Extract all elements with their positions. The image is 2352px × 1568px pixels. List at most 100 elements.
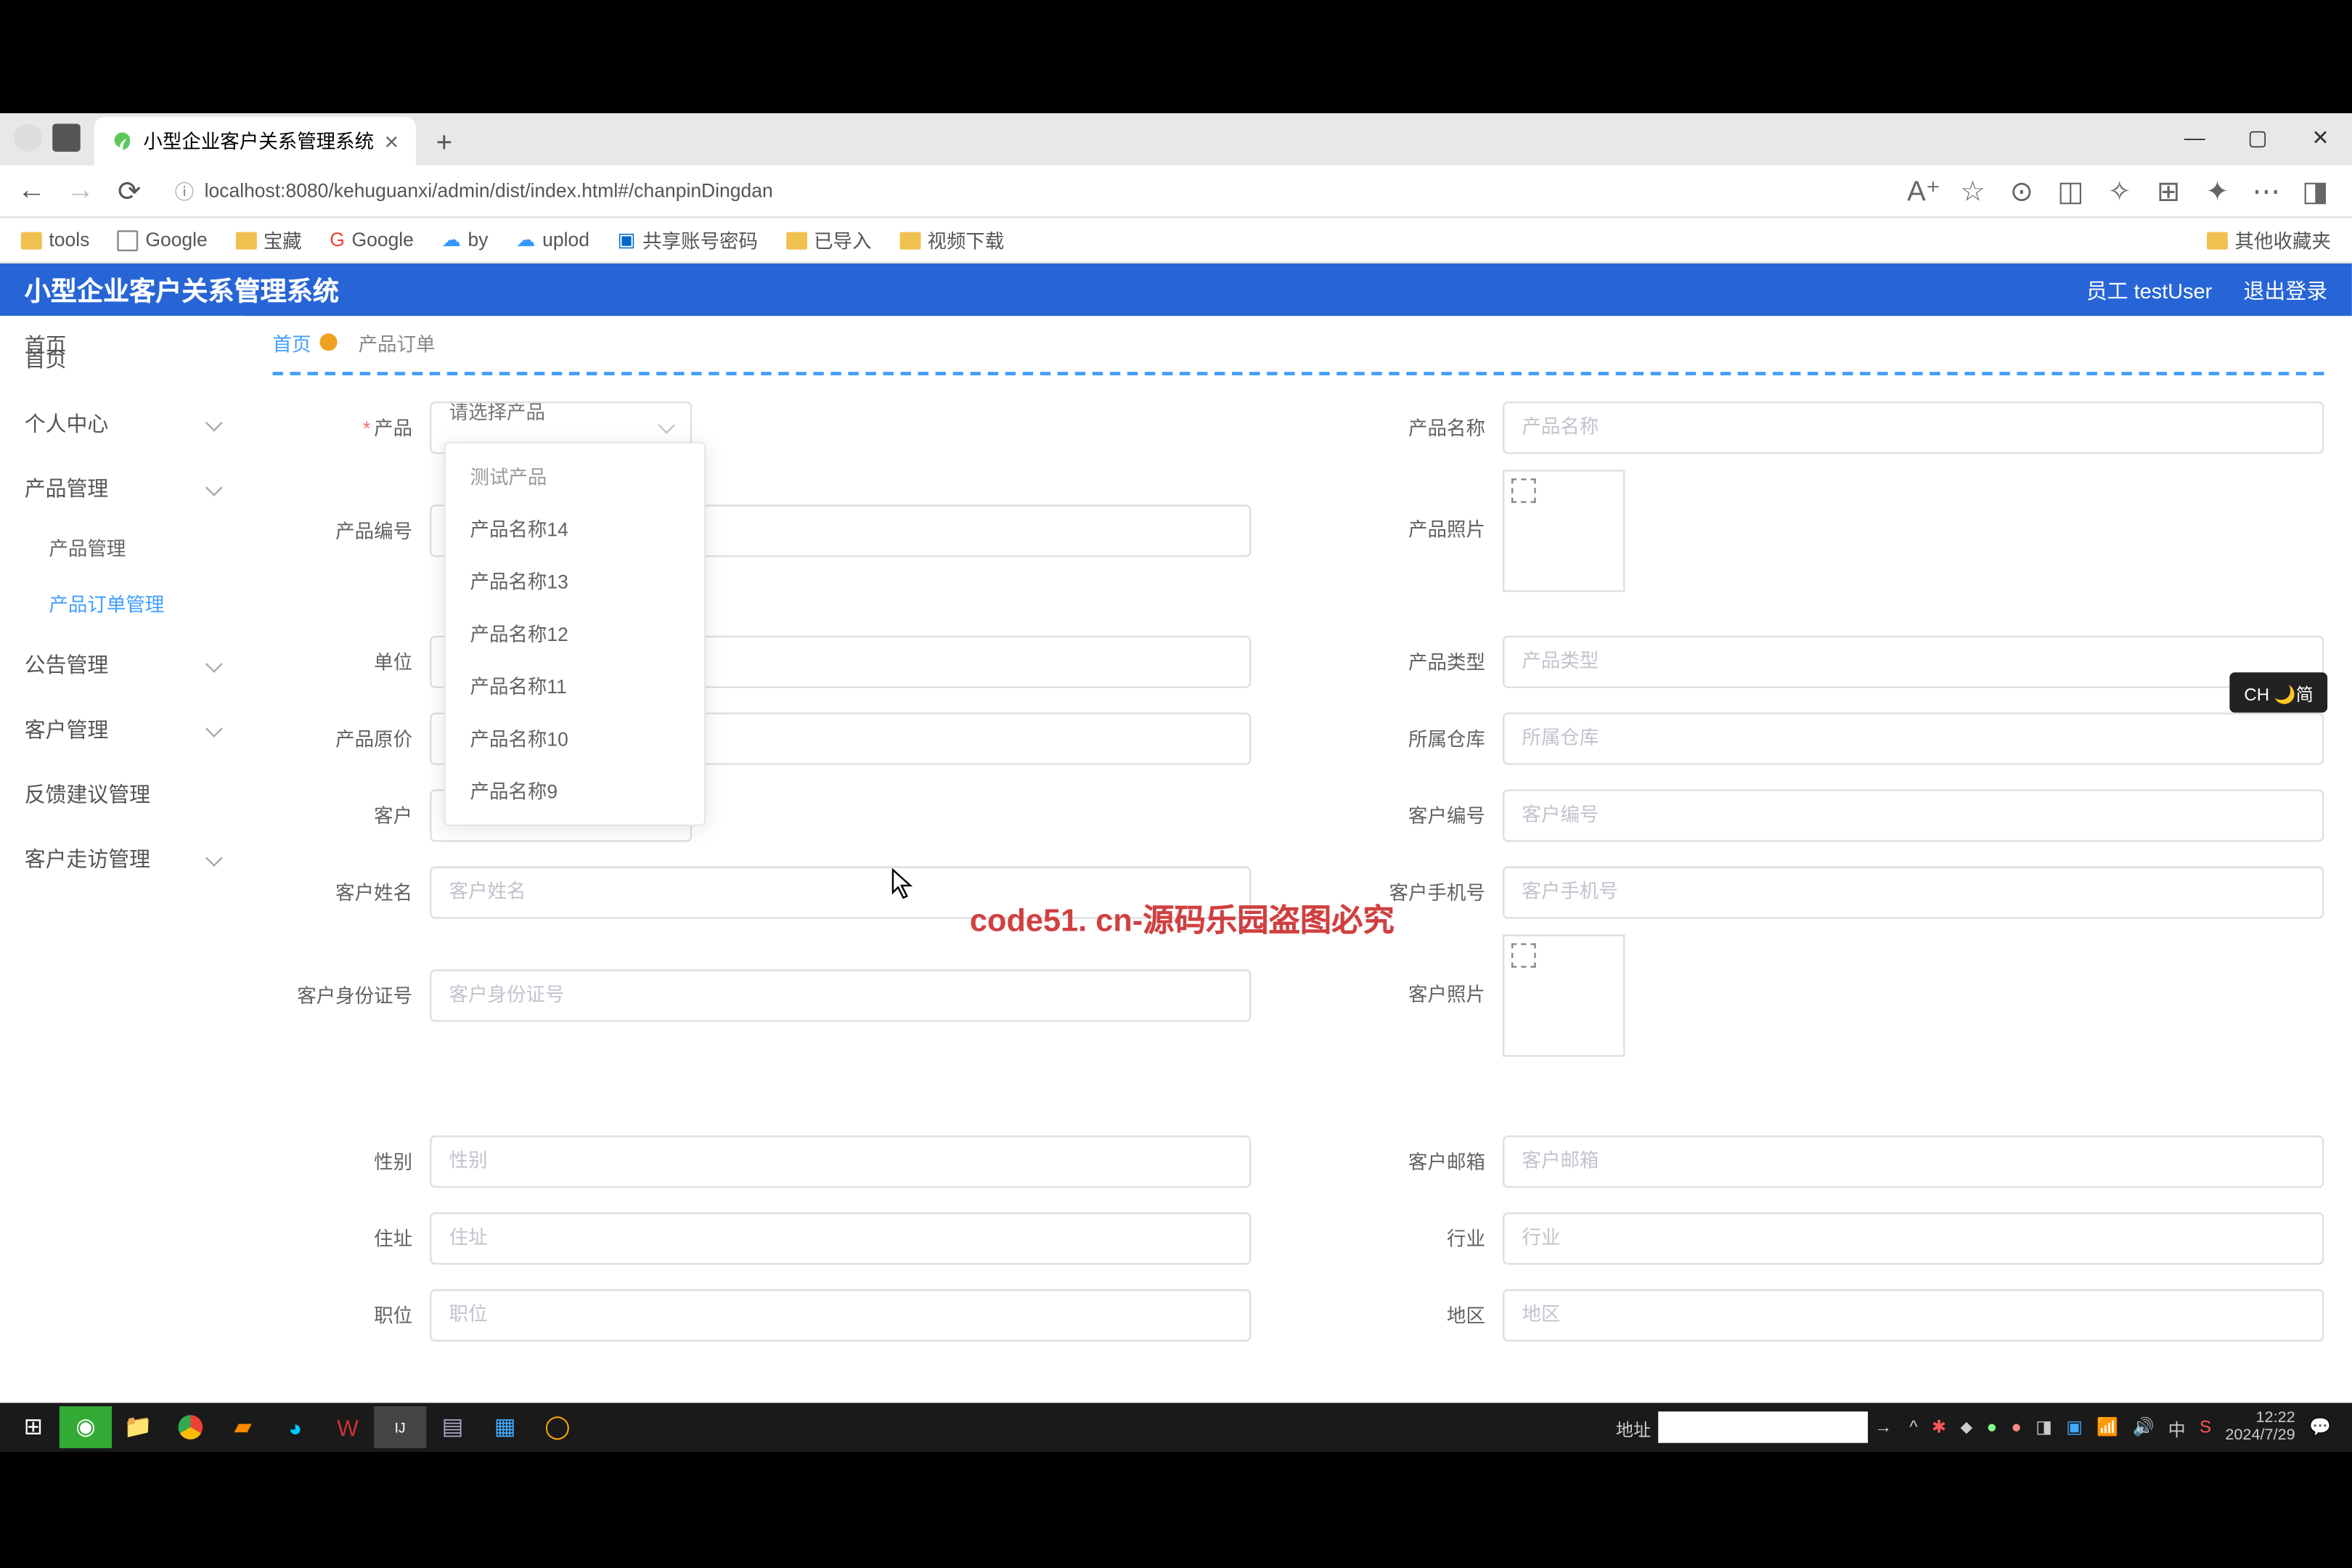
- taskbar-app-9[interactable]: ▦: [479, 1406, 531, 1448]
- taskbar-app-8[interactable]: ▤: [426, 1406, 478, 1448]
- dropdown-option[interactable]: 产品名称13: [446, 555, 704, 608]
- dropdown-option[interactable]: 产品名称11: [446, 660, 704, 712]
- tray-icon[interactable]: ▣: [2066, 1418, 2083, 1437]
- folder-icon: [235, 231, 256, 248]
- sidebar-customer[interactable]: 客户管理: [0, 697, 245, 761]
- tray-volume-icon[interactable]: 🔊: [2132, 1418, 2154, 1437]
- tray-icon[interactable]: ✱: [1932, 1418, 1946, 1437]
- sidebar-feedback[interactable]: 反馈建议管理: [0, 761, 245, 826]
- sync-icon[interactable]: ⊙: [2006, 175, 2037, 206]
- bookmark-google2[interactable]: GGoogle: [319, 226, 425, 254]
- tray-network-icon[interactable]: 📶: [2096, 1418, 2118, 1437]
- tray-icon[interactable]: ●: [1987, 1418, 1998, 1437]
- taskbar-go-icon[interactable]: →: [1874, 1418, 1892, 1437]
- position-input[interactable]: [430, 1289, 1251, 1342]
- info-icon: ⓘ: [175, 177, 194, 205]
- tab-overview-icon[interactable]: [52, 123, 81, 152]
- taskbar-wps[interactable]: W: [322, 1406, 374, 1448]
- dropdown-option[interactable]: 产品名称9: [446, 765, 704, 817]
- dropdown-option[interactable]: 产品名称14: [446, 503, 704, 555]
- collections-icon[interactable]: ✧: [2104, 175, 2135, 206]
- taskbar-clock[interactable]: 12:22 2024/7/29: [2225, 1410, 2295, 1445]
- sidebar-product-mgmt[interactable]: 产品管理: [0, 520, 245, 576]
- label-unit: 单位: [272, 648, 430, 677]
- taskbar-chrome[interactable]: [164, 1406, 216, 1448]
- tab-order[interactable]: 产品订单: [359, 330, 436, 358]
- industry-input[interactable]: [1503, 1212, 2324, 1265]
- taskbar-app-10[interactable]: ◯: [531, 1406, 584, 1448]
- tray-lang-icon[interactable]: 中: [2168, 1414, 2186, 1440]
- customer-no-input[interactable]: [1503, 790, 2324, 842]
- minimize-button[interactable]: —: [2163, 113, 2226, 162]
- leaf-icon: [112, 131, 133, 152]
- bookmark-baozang[interactable]: 宝藏: [225, 222, 312, 257]
- split-icon[interactable]: ◫: [2055, 175, 2086, 206]
- product-name-input[interactable]: [1503, 401, 2324, 454]
- tray-icon[interactable]: ●: [2011, 1418, 2022, 1437]
- tray-icon[interactable]: ⬥: [1960, 1418, 1972, 1437]
- forward-button[interactable]: →: [63, 173, 98, 208]
- taskbar-addr-input[interactable]: [1658, 1411, 1868, 1442]
- new-tab-button[interactable]: +: [423, 123, 465, 166]
- bookmark-google[interactable]: Google: [107, 226, 218, 254]
- taskbar-sublime[interactable]: ▰: [216, 1406, 269, 1448]
- customer-photo-upload[interactable]: [1503, 934, 1625, 1056]
- read-aloud-icon[interactable]: A⁺: [1908, 175, 1939, 206]
- customer-id-input[interactable]: [430, 969, 1251, 1021]
- sidebar-visit[interactable]: 客户走访管理: [0, 826, 245, 891]
- taskbar-edge[interactable]: ◕: [269, 1406, 322, 1448]
- bookmark-video[interactable]: 视频下载: [889, 222, 1015, 257]
- warehouse-input[interactable]: [1503, 713, 2324, 765]
- bookmark-tools[interactable]: tools: [10, 226, 99, 254]
- dropdown-option[interactable]: 测试产品: [446, 451, 704, 503]
- taskbar-idea[interactable]: IJ: [374, 1406, 426, 1448]
- logout-link[interactable]: 退出登录: [2244, 275, 2328, 305]
- customer-email-input[interactable]: [1503, 1135, 2324, 1188]
- product-type-input[interactable]: [1503, 636, 2324, 688]
- url-input[interactable]: ⓘ localhost:8080/kehuguanxi/admin/dist/i…: [160, 170, 1894, 212]
- start-button[interactable]: ⊞: [7, 1406, 60, 1448]
- bookmark-bar: tools Google 宝藏 GGoogle ☁by ☁uplod ▣共享账号…: [0, 218, 2352, 264]
- bookmark-by[interactable]: ☁by: [431, 225, 499, 255]
- tray-ime-icon[interactable]: S: [2200, 1418, 2211, 1437]
- refresh-button[interactable]: ⟳: [112, 173, 147, 208]
- sidebar-home-top[interactable]: 首页: [25, 330, 67, 359]
- browser-tab[interactable]: 小型企业客户关系管理系统 ×: [94, 117, 416, 166]
- gender-input[interactable]: [430, 1135, 1251, 1188]
- label-customer-email: 客户邮箱: [1345, 1148, 1503, 1176]
- tray-icon[interactable]: ◨: [2035, 1418, 2052, 1437]
- profile-icon[interactable]: [14, 123, 42, 152]
- product-dropdown: 测试产品 产品名称14 产品名称13 产品名称12 产品名称11 产品名称10 …: [444, 442, 706, 827]
- bookmark-other[interactable]: 其他收藏夹: [2197, 222, 2342, 257]
- close-window-button[interactable]: ✕: [2289, 113, 2352, 162]
- favorite-icon[interactable]: ☆: [1957, 175, 1988, 206]
- current-user[interactable]: 员工 testUser: [2086, 275, 2212, 305]
- sidebar-notice[interactable]: 公告管理: [0, 632, 245, 697]
- extension2-icon[interactable]: ✦: [2202, 175, 2233, 206]
- taskbar-explorer[interactable]: 📁: [112, 1406, 164, 1448]
- product-photo-upload[interactable]: [1503, 470, 1625, 592]
- sidebar-icon[interactable]: ◨: [2300, 175, 2331, 206]
- customer-phone-input[interactable]: [1503, 866, 2324, 918]
- sidebar: 首页 个人中心 产品管理 产品管理 产品订单管理 公告管理 客户管理 反馈建议管…: [0, 316, 245, 326]
- address-input[interactable]: [430, 1212, 1251, 1265]
- tray-up-icon[interactable]: ^: [1909, 1418, 1917, 1437]
- tray-notification-icon[interactable]: 💬: [2309, 1418, 2331, 1437]
- close-tab-icon[interactable]: ×: [385, 127, 399, 155]
- sidebar-product-order[interactable]: 产品订单管理: [0, 576, 245, 632]
- taskbar-app-1[interactable]: ◉: [60, 1406, 112, 1448]
- extensions-icon[interactable]: ⊞: [2152, 175, 2184, 206]
- bookmark-shared[interactable]: ▣共享账号密码: [607, 222, 768, 257]
- bookmark-uplod[interactable]: ☁uplod: [506, 225, 600, 255]
- region-input[interactable]: [1503, 1289, 2324, 1342]
- dropdown-option[interactable]: 产品名称10: [446, 713, 704, 765]
- tab-home[interactable]: 首页: [272, 330, 337, 358]
- back-button[interactable]: ←: [14, 173, 49, 208]
- sidebar-personal[interactable]: 个人中心: [0, 391, 245, 456]
- menu-icon[interactable]: ⋯: [2250, 175, 2282, 206]
- sidebar-product[interactable]: 产品管理: [0, 456, 245, 520]
- dropdown-option[interactable]: 产品名称12: [446, 608, 704, 660]
- bookmark-imported[interactable]: 已导入: [775, 222, 882, 257]
- maximize-button[interactable]: ▢: [2226, 113, 2290, 162]
- folder-icon: [2207, 231, 2228, 248]
